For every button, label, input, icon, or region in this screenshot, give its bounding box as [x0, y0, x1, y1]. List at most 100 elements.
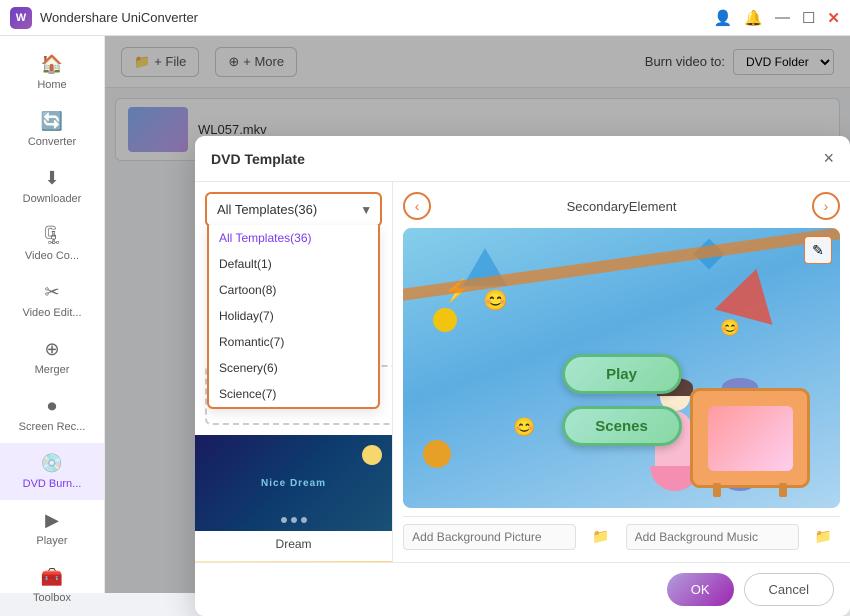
sidebar-item-video-compress[interactable]: 🗜 Video Co... — [0, 215, 104, 272]
dream-dots — [281, 517, 307, 523]
tv-screen — [708, 406, 793, 471]
preview-nav: ‹ SecondaryElement › — [403, 192, 840, 220]
dropdown-item-scenery[interactable]: Scenery(6) — [209, 355, 378, 381]
downloader-icon: ⬇ — [44, 168, 59, 189]
next-template-button[interactable]: › — [812, 192, 840, 220]
dream-text-label: Nice Dream — [261, 478, 326, 489]
smiley-1: 😊 — [483, 288, 508, 313]
merger-icon: ⊕ — [44, 339, 59, 360]
sidebar-item-screen-rec[interactable]: ⏺ Screen Rec... — [0, 386, 104, 443]
sidebar-label-compress: Video Co... — [25, 250, 79, 262]
bell-icon[interactable]: 🔔 — [744, 9, 763, 27]
main-layout: 🏠 Home 🔄 Converter ⬇ Downloader 🗜 Video … — [0, 36, 850, 593]
screen-rec-icon: ⏺ — [48, 396, 57, 417]
app-icon: W — [10, 7, 32, 29]
dropdown-item-cartoon[interactable]: Cartoon(8) — [209, 277, 378, 303]
prev-template-button[interactable]: ‹ — [403, 192, 431, 220]
sidebar-label-screen-rec: Screen Rec... — [19, 421, 86, 433]
bg-music-input[interactable] — [626, 524, 799, 550]
template-category-dropdown: All Templates(36) Default(1) Cartoon(8) … — [205, 192, 382, 227]
circle-orange — [423, 440, 451, 468]
tv-leg-right — [779, 483, 787, 497]
sidebar-label-dvd-burn: DVD Burn... — [23, 478, 82, 490]
smiley-3: 😊 — [720, 318, 740, 338]
dream-dot-1 — [281, 517, 287, 523]
dropdown-item-romantic[interactable]: Romantic(7) — [209, 329, 378, 355]
sidebar-item-toolbox[interactable]: 🧰 Toolbox — [0, 557, 104, 614]
sidebar-item-downloader[interactable]: ⬇ Downloader — [0, 158, 104, 215]
sidebar-item-converter[interactable]: 🔄 Converter — [0, 101, 104, 158]
dropdown-open-list: All Templates(36) Default(1) Cartoon(8) … — [207, 225, 380, 409]
ok-button[interactable]: OK — [667, 573, 734, 606]
dvd-template-dialog: DVD Template × All Templates(36) Default… — [195, 136, 850, 616]
user-icon[interactable]: 👤 — [714, 9, 733, 27]
dropdown-item-all[interactable]: All Templates(36) — [209, 225, 378, 251]
dropdown-item-science[interactable]: Science(7) — [209, 381, 378, 407]
toolbox-icon: 🧰 — [41, 567, 63, 588]
sidebar-label-merger: Merger — [35, 364, 70, 376]
dropdown-item-default[interactable]: Default(1) — [209, 251, 378, 277]
dialog-close-button[interactable]: × — [823, 148, 834, 169]
triangle-red — [715, 261, 786, 325]
sidebar-item-merger[interactable]: ⊕ Merger — [0, 329, 104, 386]
tv-element — [690, 388, 810, 488]
tv-leg-left — [713, 483, 721, 497]
template-item-dream[interactable]: Nice Dream Dream — [205, 433, 382, 551]
sidebar-label-converter: Converter — [28, 136, 76, 148]
edit-template-button[interactable]: ✎ — [804, 236, 832, 264]
cancel-button[interactable]: Cancel — [744, 573, 834, 606]
converter-icon: 🔄 — [41, 111, 63, 132]
preview-canvas: ⚡ ⚡ 😊 😊 😊 — [403, 228, 840, 508]
close-btn[interactable]: ✕ — [827, 9, 840, 27]
dialog-header: DVD Template × — [195, 136, 850, 182]
title-bar: W Wondershare UniConverter 👤 🔔 — ☐ ✕ — [0, 0, 850, 36]
dropdown-item-holiday[interactable]: Holiday(7) — [209, 303, 378, 329]
bg-picture-input[interactable] — [403, 524, 576, 550]
smiley-2: 😊 — [513, 417, 535, 438]
dream-name: Dream — [276, 537, 312, 551]
dream-thumbnail: Nice Dream — [195, 433, 393, 533]
sidebar-item-video-editor[interactable]: ✂ Video Edit... — [0, 272, 104, 329]
preview-bottom: 📁 📁 — [403, 516, 840, 556]
anime-buttons: Play Scenes — [562, 354, 682, 446]
sidebar: 🏠 Home 🔄 Converter ⬇ Downloader 🗜 Video … — [0, 36, 105, 593]
title-bar-icons: 👤 🔔 — ☐ ✕ — [714, 9, 840, 27]
sidebar-label-downloader: Downloader — [23, 193, 82, 205]
dream-bg: Nice Dream — [195, 435, 393, 531]
dialog-body: All Templates(36) Default(1) Cartoon(8) … — [195, 182, 850, 562]
dream-dot-2 — [291, 517, 297, 523]
preview-label: SecondaryElement — [567, 199, 677, 214]
kids-bg: MY KIDS — [195, 561, 393, 562]
dream-dot-3 — [301, 517, 307, 523]
bg-picture-folder-button[interactable]: 📁 — [584, 523, 617, 550]
circle-yellow — [433, 308, 457, 332]
bg-music-folder-button[interactable]: 📁 — [807, 523, 840, 550]
minimize-btn[interactable]: — — [775, 9, 790, 26]
preview-panel: ‹ SecondaryElement › — [393, 182, 850, 562]
maximize-btn[interactable]: ☐ — [802, 9, 815, 27]
sidebar-label-home: Home — [37, 79, 66, 91]
sidebar-item-player[interactable]: ▶ Player — [0, 500, 104, 557]
dialog-overlay: DVD Template × All Templates(36) Default… — [105, 36, 850, 593]
sidebar-label-editor: Video Edit... — [22, 307, 81, 319]
content-area: 📁 + File ⊕ + More Burn video to: DVD Fol… — [105, 36, 850, 593]
sidebar-label-toolbox: Toolbox — [33, 592, 71, 604]
home-icon: 🏠 — [41, 54, 63, 75]
app-title: Wondershare UniConverter — [40, 10, 198, 25]
dvd-burn-icon: 💿 — [41, 453, 63, 474]
sidebar-item-dvd-burn[interactable]: 💿 DVD Burn... — [0, 443, 104, 500]
template-left-panel: All Templates(36) Default(1) Cartoon(8) … — [195, 182, 393, 562]
category-select[interactable]: All Templates(36) Default(1) Cartoon(8) … — [209, 196, 378, 223]
sidebar-label-player: Player — [36, 535, 67, 547]
dialog-footer: OK Cancel — [195, 562, 850, 616]
kids-thumbnail: MY KIDS — [195, 559, 393, 562]
dream-moon — [362, 445, 382, 465]
anime-play-button[interactable]: Play — [562, 354, 682, 394]
editor-icon: ✂ — [44, 282, 59, 303]
sidebar-item-home[interactable]: 🏠 Home — [0, 44, 104, 101]
template-item-kids[interactable]: MY KIDS Kids — [205, 559, 382, 562]
dialog-title: DVD Template — [211, 151, 305, 167]
tv — [690, 388, 810, 488]
anime-scenes-button[interactable]: Scenes — [562, 406, 682, 446]
player-icon: ▶ — [45, 510, 59, 531]
